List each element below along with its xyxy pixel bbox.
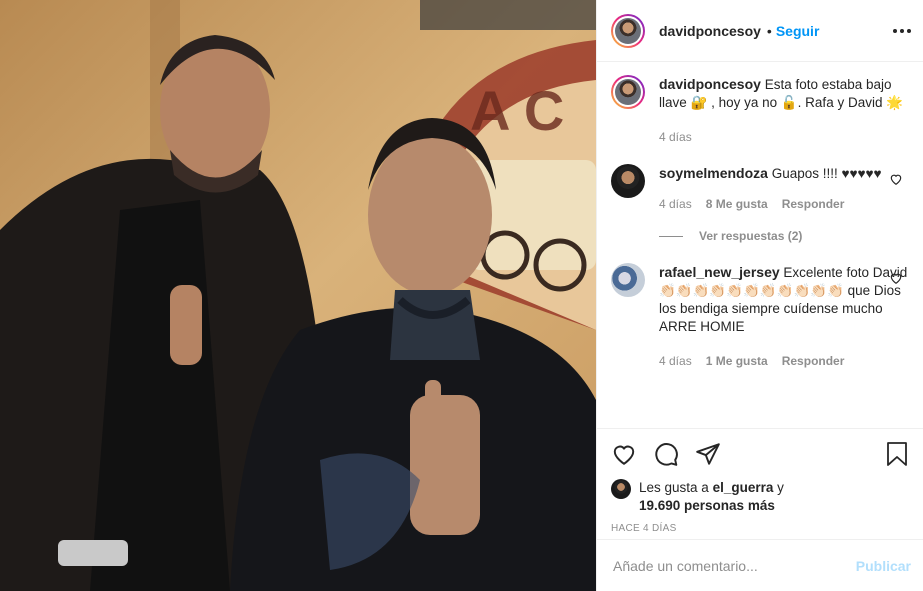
likes-summary: Les gusta a el_guerra y 19.690 personas …	[611, 479, 909, 515]
view-replies-button[interactable]: Ver respuestas (2)	[659, 229, 909, 243]
comment-like-heart-icon[interactable]	[889, 271, 903, 285]
likes-count[interactable]: 19.690 personas más	[639, 498, 775, 513]
liker-avatar[interactable]	[611, 479, 631, 499]
comment-form: Publicar	[597, 539, 923, 591]
comment-likes[interactable]: 8 Me gusta	[706, 195, 768, 213]
likes-prefix: Les gusta a	[639, 480, 709, 495]
replies-dash	[659, 235, 683, 237]
comments-list[interactable]: davidponcesoy Esta foto estaba bajo llav…	[597, 63, 923, 427]
more-options-icon[interactable]	[893, 28, 911, 33]
share-icon[interactable]	[695, 441, 721, 467]
post-side-panel: davidponcesoy • Seguir davidponcesoy Est…	[596, 0, 923, 591]
post-photo[interactable]: A C	[0, 0, 596, 591]
publish-button[interactable]: Publicar	[856, 558, 911, 574]
caption-username[interactable]: davidponcesoy	[659, 76, 761, 92]
comment-time[interactable]: 4 días	[659, 352, 692, 370]
author-username[interactable]: davidponcesoy	[659, 23, 761, 39]
commenter-avatar[interactable]	[611, 164, 645, 198]
post-header: davidponcesoy • Seguir	[597, 0, 923, 62]
bookmark-icon[interactable]	[885, 441, 909, 467]
author-avatar[interactable]	[611, 13, 645, 48]
comment-likes[interactable]: 1 Me gusta	[706, 352, 768, 370]
comment-time[interactable]: 4 días	[659, 195, 692, 213]
comment-icon[interactable]	[653, 441, 679, 467]
comment-like-heart-icon[interactable]	[889, 172, 903, 186]
commenter-username[interactable]: rafael_new_jersey	[659, 264, 780, 280]
heart-icon[interactable]	[611, 441, 637, 467]
commenter-avatar[interactable]	[611, 263, 645, 297]
comment-text: Guapos !!!! ♥♥♥♥♥	[771, 166, 882, 181]
comment-item: soymelmendoza Guapos !!!! ♥♥♥♥♥ 4 días 8…	[611, 164, 909, 213]
photo-illustration: A C	[0, 0, 596, 591]
caption-time[interactable]: 4 días	[659, 128, 692, 146]
instagram-post: A C davidponcesoy • Seguir davidponcesoy…	[0, 0, 923, 591]
view-replies-label: Ver respuestas (2)	[699, 229, 803, 243]
svg-text:A C: A C	[470, 79, 564, 142]
comment-input[interactable]	[613, 557, 856, 574]
post-actions: Les gusta a el_guerra y 19.690 personas …	[597, 428, 923, 534]
commenter-username[interactable]: soymelmendoza	[659, 165, 768, 181]
follow-button[interactable]: Seguir	[776, 23, 820, 39]
reply-button[interactable]: Responder	[782, 352, 845, 370]
caption-avatar[interactable]	[611, 75, 645, 109]
caption: davidponcesoy Esta foto estaba bajo llav…	[611, 75, 909, 146]
post-date[interactable]: HACE 4 DÍAS	[611, 523, 909, 534]
header-dot: •	[766, 22, 772, 39]
liker-username[interactable]: el_guerra	[713, 480, 774, 495]
likes-joiner: y	[777, 480, 784, 495]
comment-item: rafael_new_jersey Excelente foto David👏🏻…	[611, 263, 909, 370]
reply-button[interactable]: Responder	[782, 195, 845, 213]
